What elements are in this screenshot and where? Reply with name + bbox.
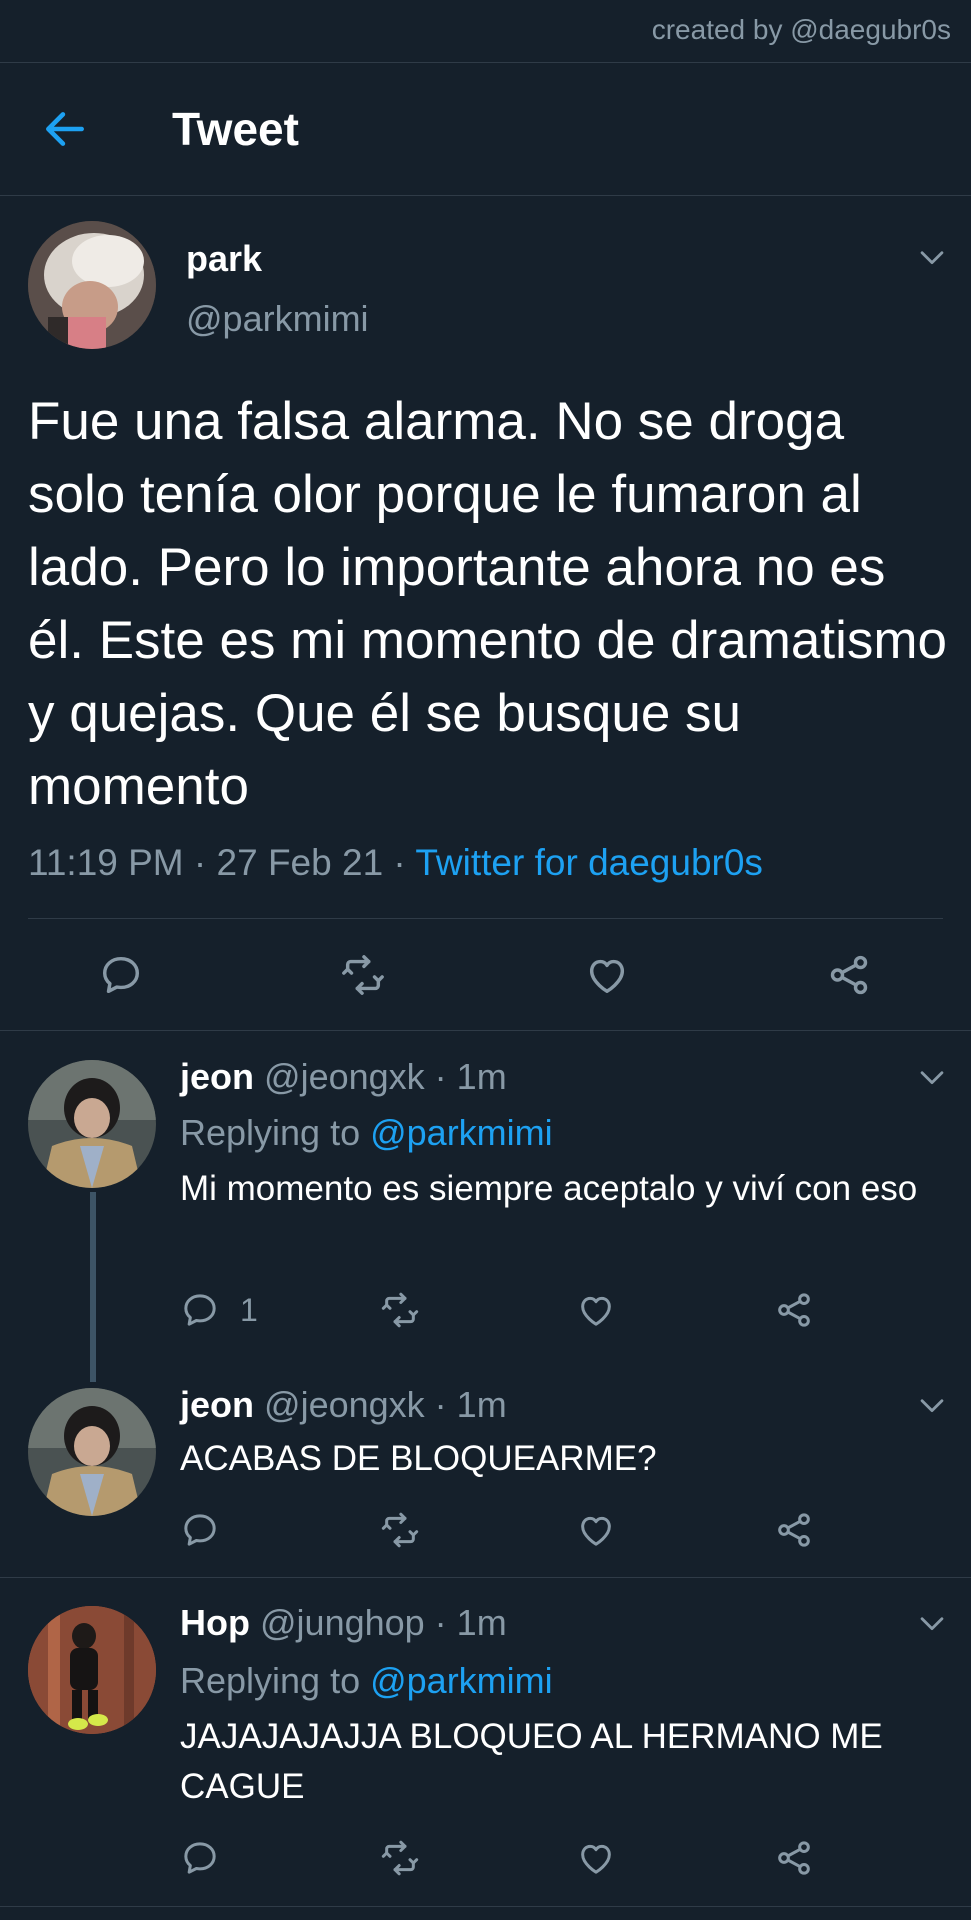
- main-action-bar: [0, 940, 971, 1010]
- meta-separator: ·: [383, 842, 416, 883]
- replying-to-label: Replying to: [180, 1660, 371, 1701]
- replying-to-label: Replying to: [180, 1112, 371, 1153]
- like-icon[interactable]: [584, 952, 630, 998]
- replying-to: Replying to @parkmimi: [180, 1660, 553, 1702]
- reply-time-separator: ·: [424, 1056, 457, 1097]
- chevron-down-icon[interactable]: [915, 240, 949, 274]
- reply-author-name[interactable]: jeon: [180, 1384, 254, 1425]
- reply-icon[interactable]: [180, 1510, 220, 1550]
- reply-author-handle[interactable]: @junghop: [260, 1602, 425, 1643]
- share-icon[interactable]: [774, 1838, 814, 1878]
- like-icon[interactable]: [576, 1510, 616, 1550]
- meta-separator: ·: [183, 842, 217, 883]
- page-title: Tweet: [172, 103, 299, 155]
- reply-author-name[interactable]: Hop: [180, 1602, 250, 1643]
- replying-to-handle[interactable]: @parkmimi: [370, 1112, 553, 1153]
- reply-header: jeon @jeongxk · 1m: [180, 1056, 507, 1098]
- author-name[interactable]: park: [186, 238, 262, 280]
- chevron-down-icon[interactable]: [915, 1388, 949, 1422]
- reply-time-separator: ·: [424, 1602, 457, 1643]
- reply-text: ACABAS DE BLOQUEARME?: [180, 1439, 657, 1478]
- avatar-park[interactable]: [28, 221, 156, 349]
- watermark-text: created by @daegubr0s: [651, 14, 951, 45]
- retweet-icon[interactable]: [380, 1290, 420, 1330]
- reply-text: JAJAJAJAJJA BLOQUEO AL HERMANO ME CAGUE: [180, 1717, 883, 1806]
- tweet-date: 27 Feb 21: [216, 842, 384, 883]
- chevron-down-icon[interactable]: [915, 1060, 949, 1094]
- author-handle[interactable]: @parkmimi: [186, 298, 369, 340]
- avatar-jeon[interactable]: [28, 1060, 156, 1188]
- share-icon[interactable]: [774, 1510, 814, 1550]
- reply-author-name[interactable]: jeon: [180, 1056, 254, 1097]
- reply-author-handle[interactable]: @jeongxk: [264, 1056, 425, 1097]
- reply-text: Mi momento es siempre aceptalo y viví co…: [180, 1169, 918, 1208]
- tweet-time: 11:19 PM: [28, 842, 184, 883]
- reply-time-separator: ·: [424, 1384, 457, 1425]
- reply-author-handle[interactable]: @jeongxk: [264, 1384, 425, 1425]
- replying-to: Replying to @parkmimi: [180, 1112, 553, 1154]
- tweet-source-link[interactable]: Twitter for daegubr0s: [415, 842, 763, 883]
- reply-header: Hop @junghop · 1m: [180, 1602, 507, 1644]
- meta-divider: [28, 918, 943, 919]
- replying-to-handle[interactable]: @parkmimi: [370, 1660, 553, 1701]
- thread-line: [90, 1192, 96, 1382]
- reply-header: jeon @jeongxk · 1m: [180, 1384, 507, 1426]
- retweet-icon[interactable]: [380, 1510, 420, 1550]
- reply-time: 1m: [456, 1384, 507, 1425]
- like-icon[interactable]: [576, 1838, 616, 1878]
- top-divider: [0, 62, 971, 63]
- bottom-divider: [0, 1906, 971, 1907]
- avatar-hop[interactable]: [28, 1606, 156, 1734]
- reply-time: 1m: [456, 1056, 507, 1097]
- reply-icon[interactable]: [180, 1290, 220, 1330]
- retweet-icon[interactable]: [380, 1838, 420, 1878]
- like-icon[interactable]: [576, 1290, 616, 1330]
- tweet-meta: 11:19 PM · 27 Feb 21 · Twitter for daegu…: [28, 842, 763, 884]
- back-arrow-icon[interactable]: [40, 104, 90, 154]
- main-tweet-divider: [0, 1030, 971, 1031]
- retweet-icon[interactable]: [340, 952, 386, 998]
- tweet-text: Fue una falsa alarma. No se droga solo t…: [28, 392, 948, 816]
- reply-icon[interactable]: [98, 952, 144, 998]
- share-icon[interactable]: [826, 952, 872, 998]
- reply-count: 1: [240, 1292, 258, 1328]
- share-icon[interactable]: [774, 1290, 814, 1330]
- header-divider: [0, 195, 971, 196]
- reply-icon[interactable]: [180, 1838, 220, 1878]
- reply-divider: [0, 1577, 971, 1578]
- reply-time: 1m: [456, 1602, 507, 1643]
- avatar-jeon[interactable]: [28, 1388, 156, 1516]
- chevron-down-icon[interactable]: [915, 1606, 949, 1640]
